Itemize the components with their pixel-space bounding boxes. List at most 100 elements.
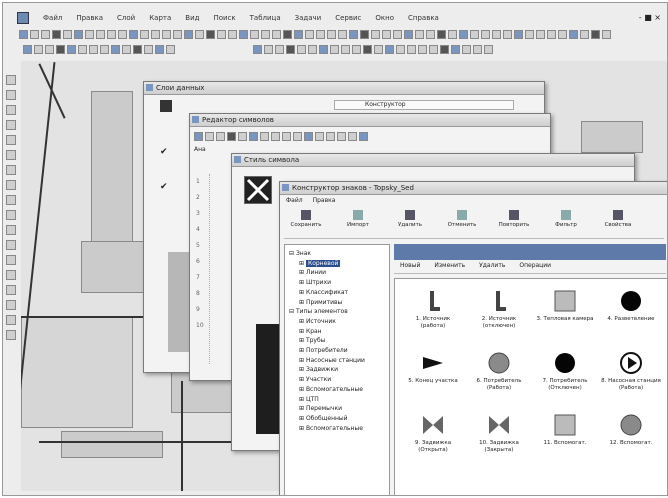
toolbar-button[interactable] xyxy=(206,29,215,39)
tree-expander-icon[interactable]: ⊞ xyxy=(299,289,306,296)
window-controls[interactable]: - ■ × xyxy=(639,13,661,22)
menu-item[interactable]: Поиск xyxy=(213,14,235,22)
toolbar-button[interactable] xyxy=(451,44,460,54)
toolbar-button[interactable] xyxy=(151,29,160,39)
toolbar-button[interactable] xyxy=(473,44,482,54)
tree-item[interactable]: ⊞ Потребители xyxy=(289,346,365,356)
toolbar-button[interactable] xyxy=(34,44,43,54)
menu-item[interactable]: Задачи xyxy=(295,14,322,22)
tree-item[interactable]: ⊞ Источник xyxy=(289,317,365,327)
menu-item[interactable]: Таблица xyxy=(250,14,281,22)
toolbar-button[interactable] xyxy=(96,29,105,39)
toolbar-button[interactable] xyxy=(382,29,391,39)
library-toolbar-button[interactable]: Отменить xyxy=(440,208,484,238)
toolbar-button[interactable] xyxy=(238,131,247,141)
toolbar-button[interactable] xyxy=(239,29,248,39)
tree-item[interactable]: ⊞ Задвижки xyxy=(289,365,365,375)
tree-item[interactable]: ⊞ Кран xyxy=(289,327,365,337)
toolbar-button[interactable] xyxy=(30,29,39,39)
tree-expander-icon[interactable]: ⊞ xyxy=(299,347,306,354)
tree-expander-icon[interactable]: ⊞ xyxy=(299,260,306,267)
tree-item[interactable]: ⊞ Линии xyxy=(289,268,365,278)
toolbar-button[interactable] xyxy=(19,29,28,39)
toolbar-button[interactable] xyxy=(264,44,273,54)
toolbar-button[interactable] xyxy=(514,29,523,39)
toolbar-button[interactable] xyxy=(6,225,16,235)
library-toolbar-button[interactable]: Фильтр xyxy=(544,208,588,238)
tree-expander-icon[interactable]: ⊞ xyxy=(299,337,306,344)
tree-expander-icon[interactable]: ⊞ xyxy=(299,415,306,422)
symbol-cell[interactable]: 12. Вспомогат. xyxy=(601,409,661,467)
toolbar-button[interactable] xyxy=(484,44,493,54)
symbol-cell[interactable]: 1. Источник (работа) xyxy=(403,285,463,343)
toolbar-button[interactable] xyxy=(6,195,16,205)
tree-item[interactable]: ⊟ Типы элементов xyxy=(289,307,365,317)
toolbar-button[interactable] xyxy=(6,315,16,325)
toolbar-button[interactable] xyxy=(293,131,302,141)
menu-item[interactable]: Правка xyxy=(76,14,103,22)
symbol-editor-titlebar[interactable]: Редактор символов xyxy=(190,114,550,127)
toolbar-button[interactable] xyxy=(111,44,120,54)
tree-expander-icon[interactable]: ⊞ xyxy=(299,386,306,393)
toolbar-button[interactable] xyxy=(360,29,369,39)
tree-expander-icon[interactable]: ⊞ xyxy=(299,357,306,364)
tree-item[interactable]: ⊞ Вспомогательные xyxy=(289,385,365,395)
menu-item[interactable]: Карта xyxy=(149,14,171,22)
toolbar-button[interactable] xyxy=(253,44,262,54)
toolbar-button[interactable] xyxy=(63,29,72,39)
toolbar-button[interactable] xyxy=(304,131,313,141)
tree-item[interactable]: ⊟ Знак xyxy=(289,249,365,259)
toolbar-button[interactable] xyxy=(6,330,16,340)
toolbar-button[interactable] xyxy=(41,29,50,39)
subtoolbar-button[interactable]: Новый xyxy=(400,262,420,273)
subtoolbar-button[interactable]: Операции xyxy=(519,262,551,273)
tree-item[interactable]: ⊞ Перемычки xyxy=(289,404,365,414)
toolbar-button[interactable] xyxy=(162,29,171,39)
toolbar-button[interactable] xyxy=(316,29,325,39)
symbol-cell[interactable]: 10. Задвижка (Закрыта) xyxy=(469,409,529,467)
toolbar-button[interactable] xyxy=(216,131,225,141)
toolbar-button[interactable] xyxy=(261,29,270,39)
toolbar-button[interactable] xyxy=(173,29,182,39)
menu-file[interactable]: Файл xyxy=(286,197,303,204)
library-toolbar-button[interactable]: Импорт xyxy=(336,208,380,238)
toolbar-button[interactable] xyxy=(250,29,259,39)
toolbar-button[interactable] xyxy=(459,29,468,39)
toolbar-button[interactable] xyxy=(429,44,438,54)
toolbar-button[interactable] xyxy=(272,29,281,39)
toolbar-button[interactable] xyxy=(6,165,16,175)
toolbar-button[interactable] xyxy=(580,29,589,39)
toolbar-button[interactable] xyxy=(78,44,87,54)
toolbar-button[interactable] xyxy=(118,29,127,39)
library-toolbar-button[interactable]: Повторить xyxy=(492,208,536,238)
toolbar-button[interactable] xyxy=(195,29,204,39)
symbol-cell[interactable]: 11. Вспомогат. xyxy=(535,409,595,467)
tree-item[interactable]: ⊞ ЦТП xyxy=(289,395,365,405)
toolbar-button[interactable] xyxy=(67,44,76,54)
tree-item[interactable]: ⊞ Насосные станции xyxy=(289,356,365,366)
tree-item[interactable]: ⊞ Корневой xyxy=(289,259,365,269)
toolbar-button[interactable] xyxy=(6,240,16,250)
symbol-cell[interactable]: 7. Потребитель (Отключен) xyxy=(535,347,595,405)
tree-item[interactable]: ⊞ Штрихи xyxy=(289,278,365,288)
library-toolbar-button[interactable]: Сохранить xyxy=(284,208,328,238)
symbol-cell[interactable]: 9. Задвижка (Открыта) xyxy=(403,409,463,467)
toolbar-button[interactable] xyxy=(133,44,142,54)
toolbar-button[interactable] xyxy=(326,131,335,141)
tree-expander-icon[interactable]: ⊞ xyxy=(299,328,306,335)
toolbar-button[interactable] xyxy=(308,44,317,54)
tree-item[interactable]: ⊞ Обобщенный xyxy=(289,414,365,424)
symbol-cell[interactable]: 4. Разветвление xyxy=(601,285,661,343)
toolbar-button[interactable] xyxy=(45,44,54,54)
toolbar-button[interactable] xyxy=(462,44,471,54)
menu-item[interactable]: Файл xyxy=(43,14,62,22)
toolbar-button[interactable] xyxy=(569,29,578,39)
toolbar-button[interactable] xyxy=(591,29,600,39)
toolbar-button[interactable] xyxy=(363,44,372,54)
symbol-cell[interactable]: 5. Конец участка xyxy=(403,347,463,405)
menu-item[interactable]: Слой xyxy=(117,14,135,22)
toolbar-button[interactable] xyxy=(184,29,193,39)
toolbar-button[interactable] xyxy=(6,210,16,220)
toolbar-button[interactable] xyxy=(155,44,164,54)
toolbar-button[interactable] xyxy=(415,29,424,39)
